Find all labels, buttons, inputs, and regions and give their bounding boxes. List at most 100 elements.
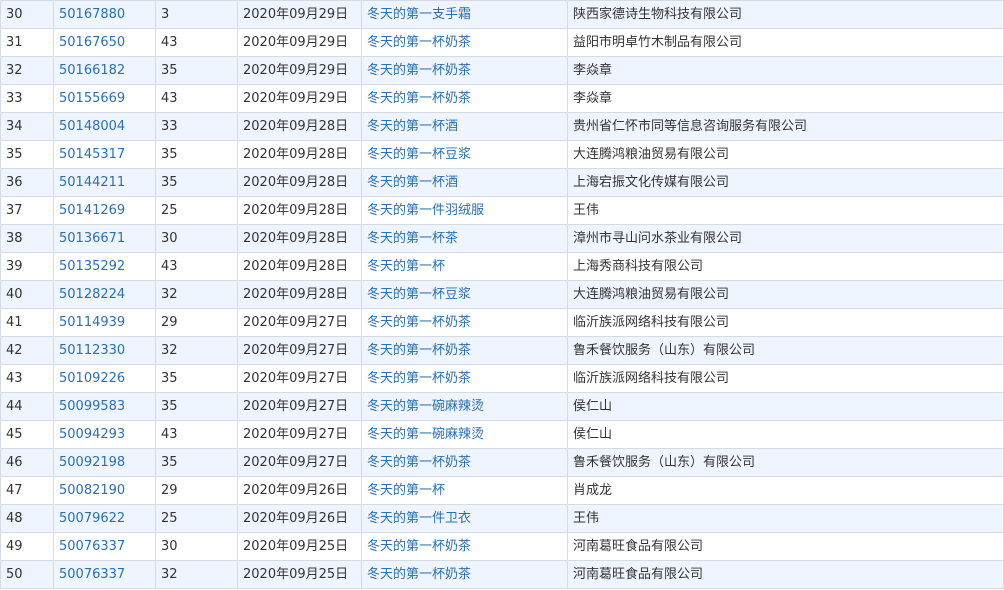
registration-number-link[interactable]: 50082190 [53,476,156,505]
class-number: 35 [155,364,238,393]
trademark-table-body: 30 50167880 3 2020年09月29日 冬天的第一支手霜 陕西家德诗… [0,0,1004,589]
application-date: 2020年09月28日 [237,112,362,141]
table-row: 42 50112330 32 2020年09月27日 冬天的第一杯奶茶 鲁禾餐饮… [0,336,1004,365]
table-row: 48 50079622 25 2020年09月26日 冬天的第一件卫衣 王伟 [0,504,1004,533]
trademark-name-link[interactable]: 冬天的第一杯 [361,476,568,505]
application-date: 2020年09月28日 [237,280,362,309]
trademark-name-link[interactable]: 冬天的第一杯茶 [361,224,568,253]
class-number: 32 [155,280,238,309]
applicant-name: 贵州省仁怀市同等信息咨询服务有限公司 [567,112,1004,141]
row-index: 34 [0,112,54,141]
registration-number-link[interactable]: 50135292 [53,252,156,281]
row-index: 31 [0,28,54,57]
table-row: 37 50141269 25 2020年09月28日 冬天的第一件羽绒服 王伟 [0,196,1004,225]
table-row: 36 50144211 35 2020年09月28日 冬天的第一杯酒 上海宕振文… [0,168,1004,197]
trademark-name-link[interactable]: 冬天的第一杯酒 [361,112,568,141]
application-date: 2020年09月28日 [237,168,362,197]
table-row: 33 50155669 43 2020年09月29日 冬天的第一杯奶茶 李焱章 [0,84,1004,113]
row-index: 38 [0,224,54,253]
class-number: 35 [155,56,238,85]
row-index: 32 [0,56,54,85]
class-number: 25 [155,504,238,533]
registration-number-link[interactable]: 50109226 [53,364,156,393]
trademark-table: 30 50167880 3 2020年09月29日 冬天的第一支手霜 陕西家德诗… [0,0,1004,589]
application-date: 2020年09月27日 [237,308,362,337]
trademark-name-link[interactable]: 冬天的第一杯奶茶 [361,28,568,57]
trademark-name-link[interactable]: 冬天的第一杯豆浆 [361,280,568,309]
table-row: 30 50167880 3 2020年09月29日 冬天的第一支手霜 陕西家德诗… [0,0,1004,29]
table-row: 47 50082190 29 2020年09月26日 冬天的第一杯 肖成龙 [0,476,1004,505]
trademark-name-link[interactable]: 冬天的第一杯豆浆 [361,140,568,169]
registration-number-link[interactable]: 50079622 [53,504,156,533]
registration-number-link[interactable]: 50148004 [53,112,156,141]
row-index: 41 [0,308,54,337]
application-date: 2020年09月27日 [237,392,362,421]
trademark-name-link[interactable]: 冬天的第一件羽绒服 [361,196,568,225]
registration-number-link[interactable]: 50166182 [53,56,156,85]
table-row: 49 50076337 30 2020年09月25日 冬天的第一杯奶茶 河南葛旺… [0,532,1004,561]
applicant-name: 临沂族派网络科技有限公司 [567,308,1004,337]
table-row: 38 50136671 30 2020年09月28日 冬天的第一杯茶 漳州市寻山… [0,224,1004,253]
application-date: 2020年09月29日 [237,0,362,29]
trademark-name-link[interactable]: 冬天的第一杯 [361,252,568,281]
trademark-name-link[interactable]: 冬天的第一杯奶茶 [361,560,568,589]
trademark-name-link[interactable]: 冬天的第一杯酒 [361,168,568,197]
applicant-name: 王伟 [567,504,1004,533]
applicant-name: 临沂族派网络科技有限公司 [567,364,1004,393]
class-number: 30 [155,532,238,561]
row-index: 43 [0,364,54,393]
registration-number-link[interactable]: 50099583 [53,392,156,421]
applicant-name: 侯仁山 [567,420,1004,449]
table-row: 43 50109226 35 2020年09月27日 冬天的第一杯奶茶 临沂族派… [0,364,1004,393]
registration-number-link[interactable]: 50167650 [53,28,156,57]
row-index: 36 [0,168,54,197]
row-index: 45 [0,420,54,449]
applicant-name: 李焱章 [567,56,1004,85]
registration-number-link[interactable]: 50114939 [53,308,156,337]
application-date: 2020年09月27日 [237,448,362,477]
trademark-name-link[interactable]: 冬天的第一碗麻辣烫 [361,420,568,449]
application-date: 2020年09月26日 [237,504,362,533]
registration-number-link[interactable]: 50145317 [53,140,156,169]
class-number: 30 [155,224,238,253]
class-number: 3 [155,0,238,29]
row-index: 47 [0,476,54,505]
application-date: 2020年09月29日 [237,84,362,113]
trademark-name-link[interactable]: 冬天的第一杯奶茶 [361,364,568,393]
registration-number-link[interactable]: 50076337 [53,532,156,561]
application-date: 2020年09月28日 [237,252,362,281]
registration-number-link[interactable]: 50128224 [53,280,156,309]
registration-number-link[interactable]: 50155669 [53,84,156,113]
trademark-name-link[interactable]: 冬天的第一件卫衣 [361,504,568,533]
applicant-name: 大连腾鸿粮油贸易有限公司 [567,140,1004,169]
registration-number-link[interactable]: 50094293 [53,420,156,449]
row-index: 50 [0,560,54,589]
trademark-name-link[interactable]: 冬天的第一支手霜 [361,0,568,29]
trademark-name-link[interactable]: 冬天的第一杯奶茶 [361,448,568,477]
trademark-name-link[interactable]: 冬天的第一杯奶茶 [361,84,568,113]
registration-number-link[interactable]: 50076337 [53,560,156,589]
row-index: 46 [0,448,54,477]
trademark-name-link[interactable]: 冬天的第一杯奶茶 [361,308,568,337]
class-number: 29 [155,308,238,337]
registration-number-link[interactable]: 50136671 [53,224,156,253]
trademark-name-link[interactable]: 冬天的第一碗麻辣烫 [361,392,568,421]
table-row: 35 50145317 35 2020年09月28日 冬天的第一杯豆浆 大连腾鸿… [0,140,1004,169]
class-number: 43 [155,28,238,57]
class-number: 43 [155,252,238,281]
applicant-name: 河南葛旺食品有限公司 [567,560,1004,589]
registration-number-link[interactable]: 50144211 [53,168,156,197]
table-row: 44 50099583 35 2020年09月27日 冬天的第一碗麻辣烫 侯仁山 [0,392,1004,421]
trademark-name-link[interactable]: 冬天的第一杯奶茶 [361,336,568,365]
registration-number-link[interactable]: 50167880 [53,0,156,29]
row-index: 40 [0,280,54,309]
registration-number-link[interactable]: 50092198 [53,448,156,477]
row-index: 35 [0,140,54,169]
row-index: 37 [0,196,54,225]
trademark-name-link[interactable]: 冬天的第一杯奶茶 [361,56,568,85]
class-number: 32 [155,336,238,365]
registration-number-link[interactable]: 50141269 [53,196,156,225]
trademark-name-link[interactable]: 冬天的第一杯奶茶 [361,532,568,561]
application-date: 2020年09月26日 [237,476,362,505]
registration-number-link[interactable]: 50112330 [53,336,156,365]
